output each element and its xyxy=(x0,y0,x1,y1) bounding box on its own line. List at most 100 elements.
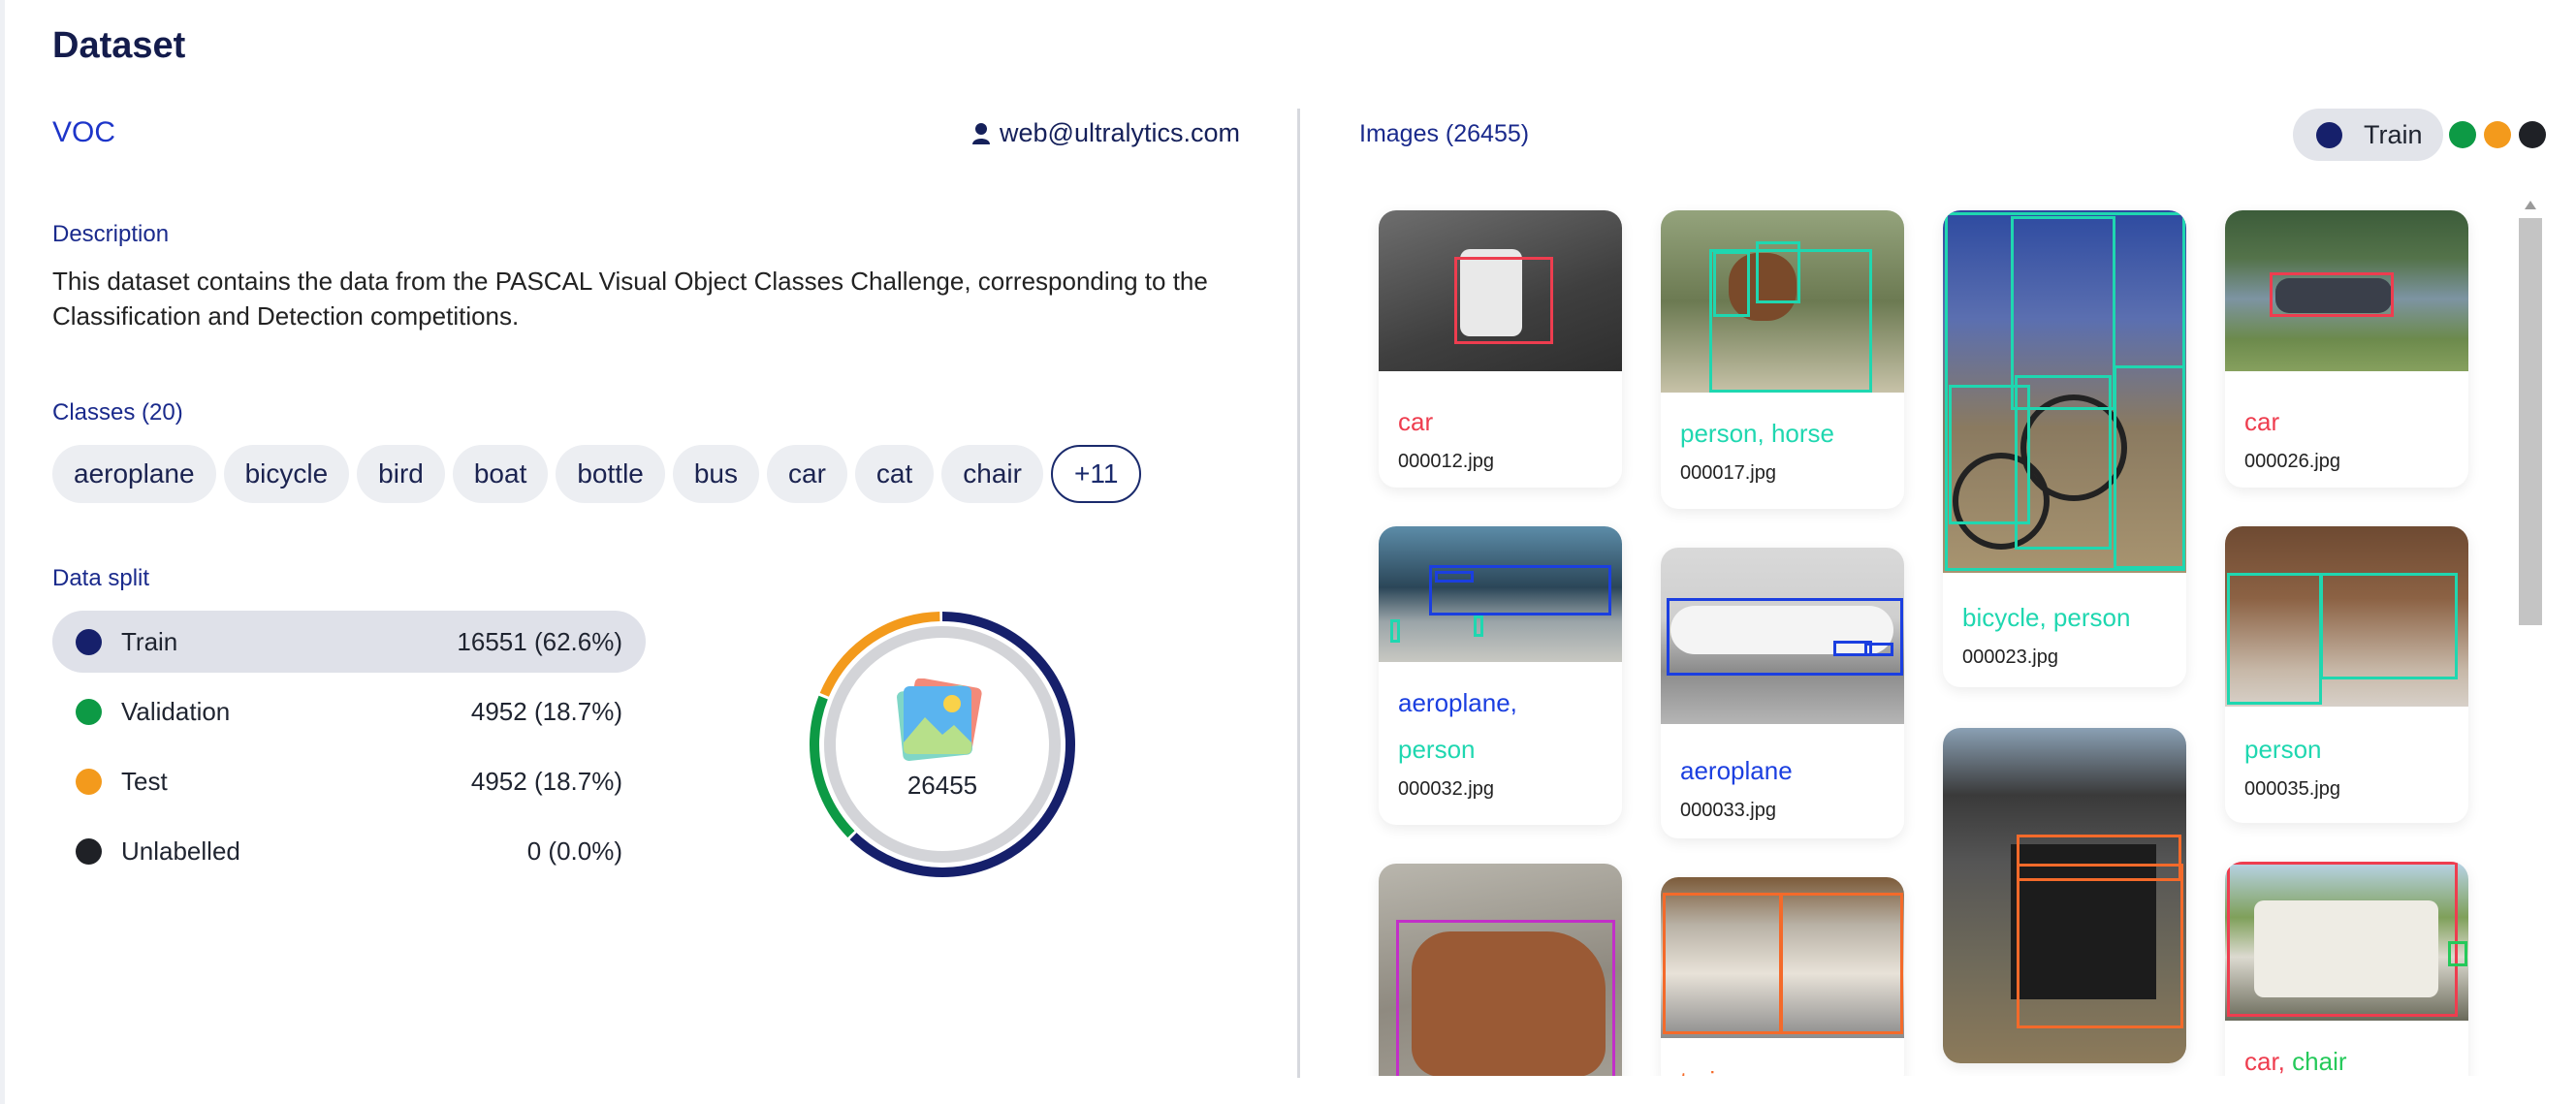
bounding-box xyxy=(2017,864,2183,1028)
dataset-owner[interactable]: web@ultralytics.com xyxy=(971,118,1240,148)
label-car: car xyxy=(1398,407,1434,436)
file-name: 000035.jpg xyxy=(2244,778,2340,800)
image-card[interactable]: car, chair xyxy=(2225,862,2468,1076)
split-count: 0 xyxy=(526,836,542,866)
file-name: 000012.jpg xyxy=(1398,451,1494,472)
split-value: 4952 (18.7%) xyxy=(471,767,622,797)
card-labels: car, chair xyxy=(2244,1038,2449,1076)
split-count: 4952 xyxy=(470,766,527,796)
card-labels: train xyxy=(1680,1057,1885,1076)
image-card[interactable] xyxy=(1379,864,1622,1076)
images-icon xyxy=(897,678,982,761)
label-train: train xyxy=(1680,1066,1730,1076)
class-chip[interactable]: car xyxy=(767,445,847,503)
bounding-box xyxy=(1864,643,1893,656)
class-chips: aeroplane bicycle bird boat bottle bus c… xyxy=(52,445,1142,503)
train-dot xyxy=(2316,121,2342,148)
bounding-box xyxy=(1667,598,1903,676)
image-thumbnail xyxy=(2225,210,2468,371)
description-label: Description xyxy=(52,221,170,247)
split-value: 4952 (18.7%) xyxy=(471,697,622,727)
class-chip[interactable]: bicycle xyxy=(223,445,350,503)
bounding-box xyxy=(1390,619,1400,643)
split-value: 0 (0.0%) xyxy=(527,836,622,867)
card-labels: car xyxy=(2244,398,2449,445)
bounding-box xyxy=(2270,272,2394,317)
label-aeroplane: aeroplane, xyxy=(1398,688,1517,717)
bounding-box xyxy=(2114,365,2185,569)
label-person-horse: person, horse xyxy=(1680,419,1834,448)
class-chip[interactable]: bus xyxy=(672,445,760,503)
scroll-up-arrow[interactable] xyxy=(2525,201,2536,209)
image-card[interactable]: person 000035.jpg xyxy=(2225,526,2468,823)
split-percent: (0.0%) xyxy=(548,836,622,866)
card-labels: person xyxy=(2244,726,2449,773)
file-name: 000023.jpg xyxy=(1962,647,2058,668)
label-chair: chair xyxy=(2292,1047,2347,1076)
split-filter-train[interactable]: Train xyxy=(2293,109,2443,161)
unlabelled-filter-dot[interactable] xyxy=(2519,121,2546,148)
card-labels: person, horse xyxy=(1680,410,1885,457)
panel-divider xyxy=(1297,109,1300,1078)
split-name: Train xyxy=(121,626,178,656)
image-thumbnail xyxy=(1379,526,1622,662)
test-dot xyxy=(76,768,102,795)
more-classes-button[interactable]: +11 xyxy=(1050,445,1142,503)
image-card[interactable]: person, horse 000017.jpg xyxy=(1661,210,1904,509)
classes-label: Classes (20) xyxy=(52,399,183,426)
scrollbar-thumb[interactable] xyxy=(2519,218,2542,625)
class-chip[interactable]: aeroplane xyxy=(52,445,216,503)
image-card[interactable]: bicycle, person 000023.jpg xyxy=(1943,210,2186,687)
class-chip[interactable]: bird xyxy=(357,445,445,503)
class-chip[interactable]: boat xyxy=(452,445,549,503)
total-images: 26455 xyxy=(906,771,978,800)
image-thumbnail xyxy=(2225,526,2468,707)
label-bicycle-person: bicycle, person xyxy=(1962,603,2131,632)
card-labels: car xyxy=(1398,398,1603,445)
split-row-unlabelled[interactable]: Unlabelled 0 (0.0%) xyxy=(52,820,646,882)
split-count: 4952 xyxy=(470,696,527,726)
image-card[interactable]: aeroplane, person 000032.jpg xyxy=(1379,526,1622,825)
bounding-box xyxy=(1713,251,1750,317)
file-name: 000017.jpg xyxy=(1680,462,1776,484)
validation-filter-dot[interactable] xyxy=(2449,121,2476,148)
file-name: 000026.jpg xyxy=(2244,451,2340,472)
image-card[interactable]: car 000012.jpg xyxy=(1379,210,1622,488)
image-card[interactable] xyxy=(1943,728,2186,1063)
split-name: Validation xyxy=(121,696,231,726)
dataset-name: VOC xyxy=(52,116,116,148)
class-chip[interactable]: cat xyxy=(854,445,935,503)
label-car: car, xyxy=(2244,1047,2285,1076)
image-thumbnail xyxy=(1379,210,1622,371)
test-filter-dot[interactable] xyxy=(2484,121,2511,148)
image-card[interactable]: car 000026.jpg xyxy=(2225,210,2468,488)
bounding-box xyxy=(1779,893,1903,1034)
image-card[interactable]: train xyxy=(1661,877,1904,1076)
file-name: 000032.jpg xyxy=(1398,778,1494,800)
bounding-box xyxy=(2227,573,2322,705)
image-thumbnail xyxy=(1661,548,1904,724)
page-title: Dataset xyxy=(52,25,186,66)
split-row-train[interactable]: Train 16551 (62.6%) xyxy=(52,611,646,673)
image-thumbnail xyxy=(1943,210,2186,573)
split-percent: (18.7%) xyxy=(533,766,622,796)
label-person: person xyxy=(1398,735,1476,764)
split-row-test[interactable]: Test 4952 (18.7%) xyxy=(52,750,646,812)
split-name: Unlabelled xyxy=(121,836,240,866)
bounding-box xyxy=(1663,893,1783,1034)
bounding-box xyxy=(1756,241,1800,303)
bounding-box xyxy=(2448,941,2467,966)
images-count: Images (26455) xyxy=(1359,120,1530,147)
image-card[interactable]: aeroplane 000033.jpg xyxy=(1661,548,1904,838)
bounding-box xyxy=(2320,573,2458,679)
class-chip[interactable]: chair xyxy=(941,445,1043,503)
unlabelled-dot xyxy=(76,837,102,865)
split-percent: (62.6%) xyxy=(533,626,622,656)
card-labels: aeroplane xyxy=(1680,747,1885,794)
user-icon xyxy=(972,122,991,144)
split-row-validation[interactable]: Validation 4952 (18.7%) xyxy=(52,680,646,742)
bounding-box xyxy=(1435,571,1474,583)
split-count: 16551 xyxy=(457,626,527,656)
label-car: car xyxy=(2244,407,2280,436)
class-chip[interactable]: bottle xyxy=(556,445,665,503)
